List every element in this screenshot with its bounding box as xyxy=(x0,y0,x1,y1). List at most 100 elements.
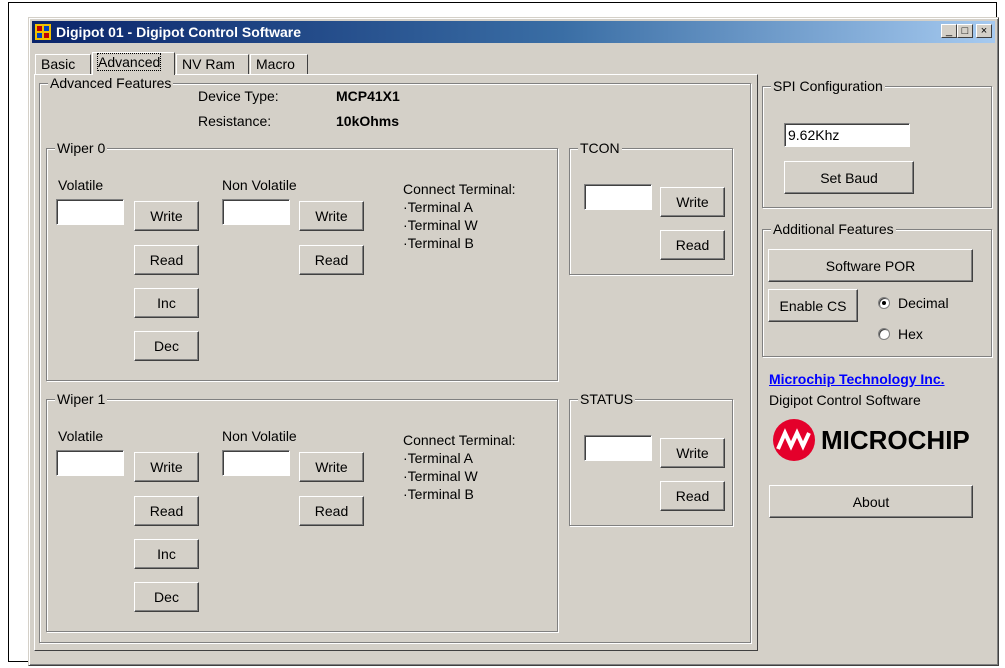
button-label: Dec xyxy=(154,338,179,354)
hex-radio[interactable] xyxy=(878,328,890,340)
about-button[interactable]: About xyxy=(769,485,973,518)
button-label: Write xyxy=(315,208,348,224)
wiper-0-dec-button[interactable]: Dec xyxy=(134,331,199,361)
wiper-1-nonvolatile-input[interactable] xyxy=(222,450,290,476)
wiper-0-connect-title: Connect Terminal: xyxy=(403,181,516,197)
minimize-button[interactable]: _ xyxy=(941,24,957,38)
tab-label: NV Ram xyxy=(182,56,235,72)
resistance-value: 10kOhms xyxy=(336,113,400,129)
microchip-logo: MICROCHIP xyxy=(771,418,981,462)
wiper-1-nv-write-button[interactable]: Write xyxy=(299,452,364,482)
decimal-radio[interactable] xyxy=(878,297,890,309)
status-read-button[interactable]: Read xyxy=(660,481,725,511)
tab-nv-ram[interactable]: NV Ram xyxy=(176,54,249,74)
button-label: Write xyxy=(676,194,709,210)
close-button[interactable]: × xyxy=(976,24,992,38)
wiper-1-read-button[interactable]: Read xyxy=(134,496,199,526)
button-label: Read xyxy=(314,252,349,268)
tab-macro[interactable]: Macro xyxy=(250,54,308,74)
status-group: STATUS Write Read xyxy=(569,391,733,526)
advanced-tab-panel: Advanced Features Device Type: MCP41X1 R… xyxy=(34,74,758,651)
wiper-1-nonvolatile-label: Non Volatile xyxy=(222,428,297,444)
tab-label: Basic xyxy=(41,56,76,72)
wiper-1-terminal-a: ·Terminal A xyxy=(403,450,474,466)
tcon-label: TCON xyxy=(578,140,622,156)
minimize-icon: _ xyxy=(945,25,953,37)
button-label: About xyxy=(852,493,890,510)
app-icon xyxy=(35,24,51,40)
tab-advanced[interactable]: Advanced xyxy=(92,52,175,75)
wiper-1-label: Wiper 1 xyxy=(55,391,108,407)
resistance-label: Resistance: xyxy=(198,113,272,129)
decimal-label[interactable]: Decimal xyxy=(898,295,949,311)
wiper-0-nv-read-button[interactable]: Read xyxy=(299,245,364,275)
wiper-0-volatile-input[interactable] xyxy=(56,199,124,225)
advanced-features-group: Advanced Features Device Type: MCP41X1 R… xyxy=(39,75,751,643)
wiper-1-dec-button[interactable]: Dec xyxy=(134,582,199,612)
wiper-1-inc-button[interactable]: Inc xyxy=(134,539,199,569)
app-window: Digipot 01 - Digipot Control Software _ … xyxy=(28,17,999,666)
window-title: Digipot 01 - Digipot Control Software xyxy=(56,24,301,40)
button-label: Read xyxy=(675,488,710,504)
tab-basic[interactable]: Basic xyxy=(35,54,91,74)
wiper-1-volatile-input[interactable] xyxy=(56,450,124,476)
wiper-0-nonvolatile-input[interactable] xyxy=(222,199,290,225)
button-label: Inc xyxy=(157,546,176,562)
title-bar[interactable]: Digipot 01 - Digipot Control Software _ … xyxy=(32,21,995,43)
wiper-1-terminal-b: ·Terminal B xyxy=(403,486,474,502)
wiper-1-connect-title: Connect Terminal: xyxy=(403,432,516,448)
hex-label[interactable]: Hex xyxy=(898,326,923,342)
software-por-button[interactable]: Software POR xyxy=(768,249,973,282)
maximize-icon: □ xyxy=(961,25,969,37)
wiper-1-write-button[interactable]: Write xyxy=(134,452,199,482)
button-label: Write xyxy=(150,208,183,224)
baud-rate-input[interactable] xyxy=(784,123,910,147)
wiper-1-volatile-label: Volatile xyxy=(58,428,104,444)
software-name-label: Digipot Control Software xyxy=(769,392,921,408)
status-label: STATUS xyxy=(578,391,636,407)
tab-label: Macro xyxy=(256,56,295,72)
device-type-value: MCP41X1 xyxy=(336,88,400,104)
button-label: Read xyxy=(675,237,710,253)
close-icon: × xyxy=(980,25,988,37)
wiper-0-nonvolatile-label: Non Volatile xyxy=(222,177,297,193)
enable-cs-button[interactable]: Enable CS xyxy=(768,289,858,322)
button-label: Enable CS xyxy=(779,297,847,314)
tcon-read-button[interactable]: Read xyxy=(660,230,725,260)
wiper-0-terminal-a: ·Terminal A xyxy=(403,199,474,215)
button-label: Dec xyxy=(154,589,179,605)
button-label: Read xyxy=(149,503,184,519)
wiper-0-inc-button[interactable]: Inc xyxy=(134,288,199,318)
wiper-0-read-button[interactable]: Read xyxy=(134,245,199,275)
wiper-0-write-button[interactable]: Write xyxy=(134,201,199,231)
status-write-button[interactable]: Write xyxy=(660,438,725,468)
wiper-1-group: Wiper 1 Volatile Write Read Inc Dec Non … xyxy=(46,391,558,632)
tcon-write-button[interactable]: Write xyxy=(660,187,725,217)
set-baud-button[interactable]: Set Baud xyxy=(784,161,914,194)
button-label: Inc xyxy=(157,295,176,311)
wiper-0-terminal-b: ·Terminal B xyxy=(403,235,474,251)
tcon-group: TCON Write Read xyxy=(569,140,733,275)
tcon-input[interactable] xyxy=(584,184,652,210)
button-label: Set Baud xyxy=(820,169,878,186)
wiper-0-volatile-label: Volatile xyxy=(58,177,104,193)
device-type-label: Device Type: xyxy=(198,88,279,104)
spi-configuration-label: SPI Configuration xyxy=(771,78,885,94)
status-input[interactable] xyxy=(584,435,652,461)
wiper-0-terminal-w: ·Terminal W xyxy=(403,217,478,233)
button-label: Write xyxy=(150,459,183,475)
wiper-0-nv-write-button[interactable]: Write xyxy=(299,201,364,231)
tab-label: Advanced xyxy=(96,53,162,71)
logo-text: MICROCHIP xyxy=(821,425,970,455)
button-label: Write xyxy=(676,445,709,461)
button-label: Software POR xyxy=(825,257,916,274)
microchip-link[interactable]: Microchip Technology Inc. xyxy=(769,371,945,387)
additional-features-label: Additional Features xyxy=(771,221,896,237)
advanced-features-label: Advanced Features xyxy=(48,75,174,91)
button-label: Read xyxy=(149,252,184,268)
spi-configuration-group: SPI Configuration Set Baud xyxy=(762,78,992,208)
wiper-1-nv-read-button[interactable]: Read xyxy=(299,496,364,526)
additional-features-group: Additional Features Software POR Enable … xyxy=(762,221,992,357)
button-label: Write xyxy=(315,459,348,475)
maximize-button[interactable]: □ xyxy=(957,24,973,38)
